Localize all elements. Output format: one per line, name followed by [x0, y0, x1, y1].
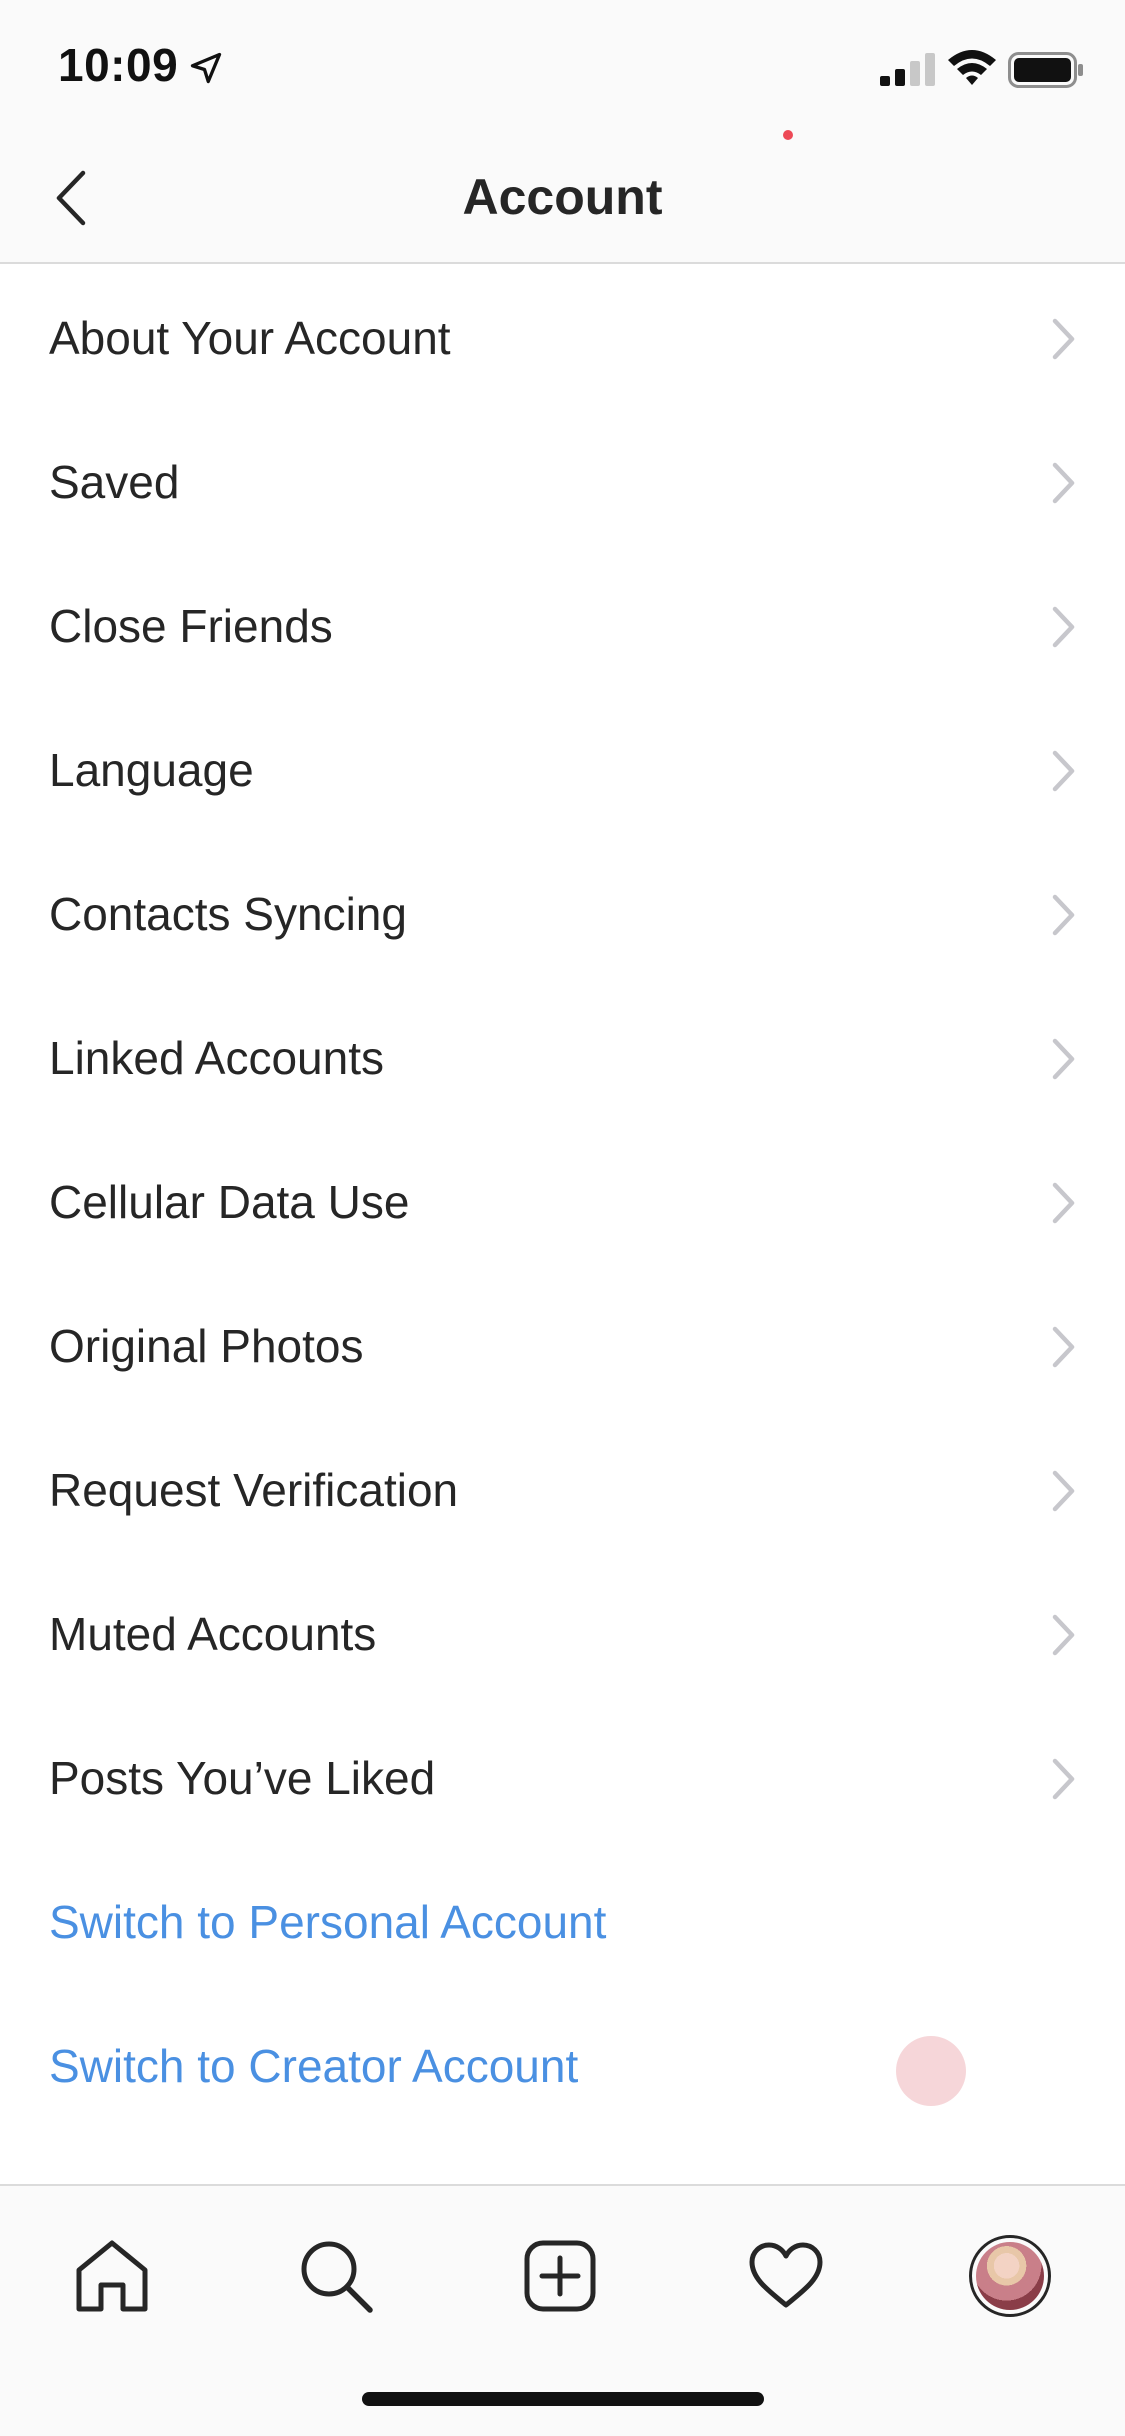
location-arrow-icon: [190, 52, 222, 84]
menu-item-label: Contacts Syncing: [49, 888, 407, 940]
home-icon: [76, 2240, 148, 2312]
status-bar: 10:09: [0, 0, 1125, 132]
chevron-right-icon: [1052, 750, 1075, 792]
menu-item-label: Original Photos: [49, 1320, 364, 1372]
menu-item-close-friends[interactable]: Close Friends: [0, 554, 1125, 698]
menu-item-original-photos[interactable]: Original Photos: [0, 1274, 1125, 1418]
page-title: Account: [462, 169, 663, 225]
menu-item-label: Cellular Data Use: [49, 1176, 410, 1228]
menu-item-linked-accounts[interactable]: Linked Accounts: [0, 986, 1125, 1130]
tab-profile[interactable]: [960, 2226, 1060, 2326]
battery-icon: [1008, 52, 1083, 88]
switch-to-personal-account-link[interactable]: Switch to Personal Account: [0, 1850, 1125, 1994]
profile-avatar: [976, 2242, 1044, 2310]
tab-activity[interactable]: [736, 2226, 836, 2326]
chevron-right-icon: [1052, 462, 1075, 504]
touch-indicator: [896, 2036, 966, 2106]
wifi-icon: [948, 50, 996, 85]
menu-item-label: Close Friends: [49, 600, 333, 652]
status-time: 10:09: [58, 39, 179, 91]
chevron-right-icon: [1052, 318, 1075, 360]
avatar: [969, 2235, 1051, 2317]
menu-item-muted-accounts[interactable]: Muted Accounts: [0, 1562, 1125, 1706]
menu-item-label: Linked Accounts: [49, 1032, 385, 1084]
menu-item-label: Saved: [49, 456, 180, 508]
chevron-right-icon: [1052, 1038, 1075, 1080]
menu-item-request-verification[interactable]: Request Verification: [0, 1418, 1125, 1562]
chevron-right-icon: [1052, 1326, 1075, 1368]
home-indicator: [362, 2392, 764, 2406]
menu-item-posts-youve-liked[interactable]: Posts You’ve Liked: [0, 1706, 1125, 1850]
menu-item-label: About Your Account: [49, 312, 451, 364]
menu-item-contacts-syncing[interactable]: Contacts Syncing: [0, 842, 1125, 986]
menu-item-label: Muted Accounts: [49, 1608, 377, 1660]
tab-add[interactable]: [510, 2226, 610, 2326]
add-post-icon: [524, 2240, 596, 2312]
menu-item-language[interactable]: Language: [0, 698, 1125, 842]
nav-bar: Account: [0, 132, 1125, 264]
menu-item-label: Posts You’ve Liked: [49, 1752, 436, 1804]
link-label: Switch to Creator Account: [49, 2040, 579, 2092]
menu-item-label: Request Verification: [49, 1464, 459, 1516]
account-menu-list: About Your Account Saved Close Friends L…: [0, 266, 1125, 2138]
menu-item-label: Language: [49, 744, 254, 796]
chevron-right-icon: [1052, 606, 1075, 648]
heart-icon: [749, 2242, 823, 2308]
chevron-right-icon: [1052, 1614, 1075, 1656]
search-icon: [301, 2241, 373, 2313]
tab-home[interactable]: [62, 2226, 162, 2326]
cellular-signal-icon: [880, 53, 935, 86]
menu-item-cellular-data-use[interactable]: Cellular Data Use: [0, 1130, 1125, 1274]
menu-item-saved[interactable]: Saved: [0, 410, 1125, 554]
tab-search[interactable]: [286, 2226, 386, 2326]
activity-notification-dot: [783, 130, 793, 140]
chevron-right-icon: [1052, 1758, 1075, 1800]
link-label: Switch to Personal Account: [49, 1896, 607, 1948]
menu-item-about-your-account[interactable]: About Your Account: [0, 266, 1125, 410]
chevron-right-icon: [1052, 1182, 1075, 1224]
chevron-right-icon: [1052, 894, 1075, 936]
chevron-right-icon: [1052, 1470, 1075, 1512]
